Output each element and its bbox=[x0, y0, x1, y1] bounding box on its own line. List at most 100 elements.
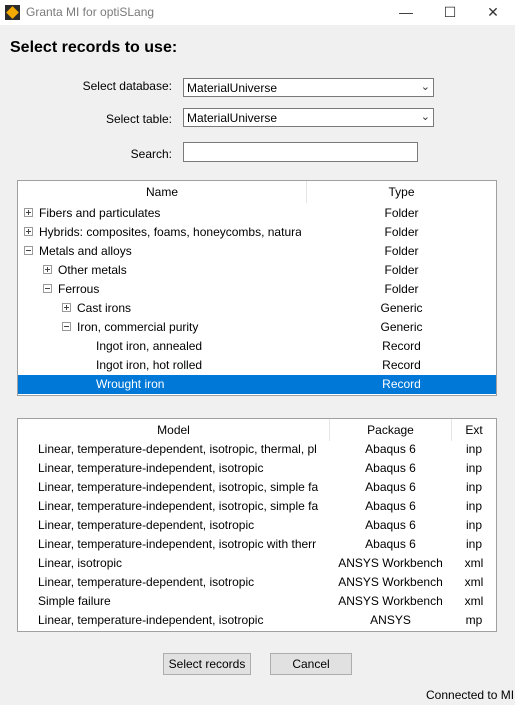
column-header-package[interactable]: Package bbox=[330, 419, 451, 441]
tree-row-type: Folder bbox=[384, 244, 419, 258]
expand-icon[interactable] bbox=[24, 227, 33, 236]
model-row[interactable]: Linear, temperature-dependent, isotropic… bbox=[18, 573, 496, 592]
window-title: Granta MI for optiSLang bbox=[26, 5, 155, 19]
models-table[interactable]: Model Package Ext Linear, temperature-de… bbox=[17, 418, 497, 632]
column-header-type[interactable]: Type bbox=[307, 181, 496, 203]
search-input[interactable] bbox=[183, 142, 418, 162]
expand-icon[interactable] bbox=[62, 303, 71, 312]
model-package: ANSYS bbox=[370, 613, 411, 627]
tree-row-type: Folder bbox=[384, 282, 419, 296]
model-package: Abaqus 6 bbox=[365, 518, 416, 532]
model-ext: mp bbox=[465, 613, 483, 627]
model-ext: inp bbox=[465, 461, 482, 475]
tree-row[interactable]: Ferrous Folder bbox=[18, 280, 496, 299]
model-row[interactable]: Simple failure ANSYS Workbench xml bbox=[18, 592, 496, 611]
tree-row[interactable]: Ingot iron, hot rolled Record bbox=[18, 356, 496, 375]
model-row[interactable]: Linear, temperature-independent, isotrop… bbox=[18, 459, 496, 478]
model-ext: inp bbox=[465, 499, 482, 513]
model-ext: xml bbox=[464, 594, 484, 608]
tree-row-type: Generic bbox=[380, 301, 423, 315]
collapse-icon[interactable] bbox=[62, 322, 71, 331]
model-row[interactable]: Linear, temperature-independent, isotrop… bbox=[18, 611, 496, 630]
tree-row[interactable]: Other metals Folder bbox=[18, 261, 496, 280]
model-row[interactable]: Linear, temperature-dependent, isotropic… bbox=[18, 516, 496, 535]
maximize-button[interactable]: ☐ bbox=[428, 0, 472, 25]
title-bar: Granta MI for optiSLang — ☐ ✕ bbox=[0, 0, 515, 25]
model-name: Linear, temperature-independent, isotrop… bbox=[38, 537, 317, 551]
table-select[interactable]: MaterialUniverse ⌄ bbox=[183, 108, 434, 127]
model-row[interactable]: Linear, isotropic ANSYS Workbench xml bbox=[18, 554, 496, 573]
tree-row[interactable]: Wrought iron Record bbox=[18, 375, 496, 394]
model-ext: inp bbox=[465, 442, 482, 456]
model-row[interactable]: Linear, temperature-independent, isotrop… bbox=[18, 497, 496, 516]
tree-row-type: Folder bbox=[384, 206, 419, 220]
collapse-icon[interactable] bbox=[43, 284, 52, 293]
tree-row-name: Cast irons bbox=[77, 301, 132, 315]
tree-row-name: Ingot iron, annealed bbox=[96, 339, 203, 353]
model-name: Linear, temperature-dependent, isotropic… bbox=[38, 442, 317, 456]
database-select[interactable]: MaterialUniverse ⌄ bbox=[183, 78, 434, 97]
tree-row-name: Metals and alloys bbox=[39, 244, 132, 258]
model-package: Abaqus 6 bbox=[365, 461, 416, 475]
model-package: Abaqus 6 bbox=[365, 442, 416, 456]
model-name: Linear, temperature-independent, isotrop… bbox=[38, 461, 264, 475]
model-ext: inp bbox=[465, 480, 482, 494]
model-ext: xml bbox=[464, 575, 484, 589]
page-title: Select records to use: bbox=[10, 39, 178, 56]
tree-row-type: Folder bbox=[384, 225, 419, 239]
model-package: Abaqus 6 bbox=[365, 537, 416, 551]
tree-row-name: Ferrous bbox=[58, 282, 100, 296]
tree-row[interactable]: Ingot iron, annealed Record bbox=[18, 337, 496, 356]
model-package: ANSYS Workbench bbox=[338, 575, 443, 589]
tree-row-type: Generic bbox=[380, 320, 423, 334]
tree-row-type: Record bbox=[382, 358, 421, 372]
model-ext: inp bbox=[465, 537, 482, 551]
tree-row[interactable]: Metals and alloys Folder bbox=[18, 242, 496, 261]
chevron-down-icon: ⌄ bbox=[420, 81, 430, 93]
table-label: Select table: bbox=[105, 112, 172, 126]
tree-row-name: Iron, commercial purity bbox=[77, 320, 199, 334]
tree-row-type: Folder bbox=[384, 263, 419, 277]
model-package: ANSYS Workbench bbox=[338, 556, 443, 570]
records-tree[interactable]: Name Type Fibers and particulates Folder H… bbox=[17, 180, 497, 396]
tree-row[interactable]: Iron, commercial purity Generic bbox=[18, 318, 496, 337]
model-name: Linear, temperature-independent, isotrop… bbox=[38, 499, 319, 513]
database-label: Select database: bbox=[82, 79, 172, 93]
tree-row[interactable]: Hybrids: composites, foams, honeycombs, … bbox=[18, 223, 496, 242]
tree-row-type: Record bbox=[382, 339, 421, 353]
model-package: Abaqus 6 bbox=[365, 480, 416, 494]
app-logo-icon bbox=[5, 5, 20, 20]
tree-row-type: Record bbox=[382, 377, 421, 391]
model-package: ANSYS Workbench bbox=[338, 594, 443, 608]
search-label: Search: bbox=[130, 147, 172, 161]
model-ext: inp bbox=[465, 518, 482, 532]
model-row[interactable]: Linear, temperature-independent, isotrop… bbox=[18, 478, 496, 497]
model-name: Linear, isotropic bbox=[38, 556, 123, 570]
model-name: Linear, temperature-dependent, isotropic bbox=[38, 575, 255, 589]
model-ext: xml bbox=[464, 556, 484, 570]
column-header-ext[interactable]: Ext bbox=[452, 419, 496, 441]
model-row[interactable]: Linear, temperature-independent, isotrop… bbox=[18, 535, 496, 554]
model-row[interactable]: Linear, temperature-dependent, isotropic… bbox=[18, 440, 496, 459]
select-records-button[interactable]: Select records bbox=[163, 653, 251, 675]
model-package: Abaqus 6 bbox=[365, 499, 416, 513]
close-button[interactable]: ✕ bbox=[471, 0, 515, 25]
collapse-icon[interactable] bbox=[24, 246, 33, 255]
expand-icon[interactable] bbox=[24, 208, 33, 217]
column-header-model[interactable]: Model bbox=[18, 419, 329, 441]
expand-icon[interactable] bbox=[43, 265, 52, 274]
minimize-button[interactable]: — bbox=[384, 0, 428, 25]
model-name: Linear, temperature-dependent, isotropic bbox=[38, 518, 255, 532]
tree-row[interactable]: Fibers and particulates Folder bbox=[18, 204, 496, 223]
model-name: Linear, temperature-independent, isotrop… bbox=[38, 480, 319, 494]
status-text: Connected to MI. bbox=[426, 688, 515, 702]
model-name: Linear, temperature-independent, isotrop… bbox=[38, 613, 264, 627]
tree-row-name: Hybrids: composites, foams, honeycombs, … bbox=[39, 225, 301, 239]
column-header-name[interactable]: Name bbox=[18, 181, 306, 203]
cancel-button[interactable]: Cancel bbox=[270, 653, 352, 675]
tree-row-name: Other metals bbox=[58, 263, 127, 277]
database-value: MaterialUniverse bbox=[187, 81, 278, 95]
tree-row-name: Wrought iron bbox=[96, 377, 165, 391]
tree-row-name: Fibers and particulates bbox=[39, 206, 161, 220]
tree-row[interactable]: Cast irons Generic bbox=[18, 299, 496, 318]
